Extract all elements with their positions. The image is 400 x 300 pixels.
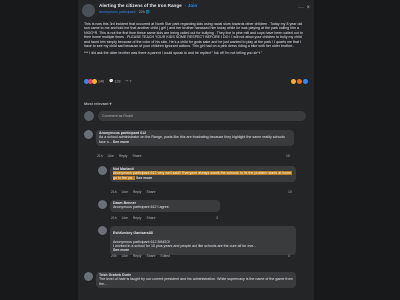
comment-composer: Comment as Roald <box>84 110 308 122</box>
share-button[interactable]: Share <box>146 254 155 258</box>
share-button[interactable]: Share <box>146 190 155 194</box>
comment-time[interactable]: 21h <box>111 216 117 220</box>
comment-input[interactable]: Comment as Roald <box>98 111 306 121</box>
share-button[interactable]: Share <box>132 154 141 158</box>
reply-button[interactable]: Reply <box>133 190 142 194</box>
group-name[interactable]: Alerting the citizens of the Iron Range <box>99 3 182 8</box>
post-body: This is now this 3rd incident that occur… <box>84 22 306 59</box>
post-paragraph: This is now this 3rd incident that occur… <box>84 22 303 49</box>
comment: Trish Grahek Durie The level of hate is … <box>84 272 310 300</box>
comment-text: The level of hate is taught by our curre… <box>99 277 293 286</box>
haha-reaction-icon <box>92 79 97 84</box>
comment-bubble: Anonymous participant 612 As a school ad… <box>96 130 294 146</box>
like-button[interactable]: Like <box>108 154 114 158</box>
share-icon: ↪ <box>125 79 129 84</box>
avatar[interactable] <box>98 226 107 235</box>
post-author[interactable]: Anonymous participant <box>99 10 136 14</box>
comment-bubble: EshKenkey Ganisars88 Anonymous participa… <box>110 226 296 255</box>
avatar[interactable] <box>98 166 107 175</box>
comment-reaction-count[interactable]: 10 <box>286 154 290 158</box>
emoji-icon[interactable] <box>291 79 296 84</box>
reply-button[interactable]: Reply <box>119 154 128 158</box>
sort-comments[interactable]: Most relevant <box>84 102 108 106</box>
reply-button[interactable]: Reply <box>133 216 142 220</box>
comment-icon: 💬 <box>109 79 114 84</box>
comment-time[interactable]: 21h <box>97 154 103 158</box>
comment-reaction-count[interactable]: 10 <box>288 190 292 194</box>
chevron-down-icon: ▾ <box>109 102 112 106</box>
see-more-link[interactable]: See more <box>113 248 129 252</box>
group-avatar[interactable] <box>82 4 95 17</box>
comment-time[interactable]: 20h <box>111 254 117 258</box>
comment-bubble: Trish Grahek Durie The level of hate is … <box>96 272 296 288</box>
emoji-icon[interactable] <box>303 79 308 84</box>
like-button[interactable]: Like <box>122 254 128 258</box>
comment-reaction-count[interactable]: 4 <box>288 254 290 258</box>
comment-text: Anonymous participant 612 BINGO! I worke… <box>113 239 257 249</box>
post-paragraph: *** I did ask the older brother was ther… <box>84 51 262 56</box>
post-card: Alerting the citizens of the Iron Range … <box>78 0 314 300</box>
comment-author[interactable]: EshKenkey Ganisars88 <box>113 231 293 235</box>
more-options-icon[interactable]: ··· <box>298 5 304 11</box>
reactions-row: 146 💬 128 ↪ 7 <box>84 79 308 87</box>
emoji-icon[interactable] <box>297 79 302 84</box>
avatar[interactable] <box>84 111 94 121</box>
close-icon[interactable]: × <box>306 5 310 11</box>
comment-time[interactable]: 21h <box>111 190 117 194</box>
post-time[interactable]: 22h <box>139 10 145 14</box>
share-count[interactable]: 7 <box>130 79 132 83</box>
reply-button[interactable]: Reply <box>133 254 142 258</box>
avatar[interactable] <box>98 200 107 209</box>
join-link[interactable]: · Join <box>185 3 197 8</box>
globe-icon: 🌐 <box>145 10 151 14</box>
see-more-link[interactable]: See more <box>136 176 152 180</box>
see-more-link[interactable]: See more <box>113 140 129 144</box>
comment-text: Anonymous participant 612 I agree. <box>113 205 170 210</box>
comment-bubble: Dawn Benner Anonymous participant 612 I … <box>110 200 220 212</box>
comment-count[interactable]: 128 <box>114 79 120 83</box>
share-button[interactable]: Share <box>146 216 155 220</box>
comment-reaction-count[interactable]: 3 <box>216 216 218 220</box>
comment-bubble: Not Marlanti Anonymous participant 612 v… <box>110 166 296 182</box>
like-button[interactable]: Like <box>122 216 128 220</box>
comment: EshKenkey Ganisars88 Anonymous participa… <box>98 226 310 262</box>
avatar[interactable] <box>84 130 93 139</box>
comment: Anonymous participant 612 As a school ad… <box>84 130 310 162</box>
avatar[interactable] <box>84 272 93 281</box>
comment: Dawn Benner Anonymous participant 612 I … <box>98 200 310 222</box>
like-button[interactable]: Like <box>122 190 128 194</box>
edited-label: Edited <box>160 254 171 258</box>
post-header: Alerting the citizens of the Iron Range … <box>82 3 310 19</box>
screen: { "post": { "group_name": "Alerting the … <box>0 0 400 300</box>
reaction-count[interactable]: 146 <box>98 79 104 83</box>
comment: Not Marlanti Anonymous participant 612 v… <box>98 166 310 196</box>
